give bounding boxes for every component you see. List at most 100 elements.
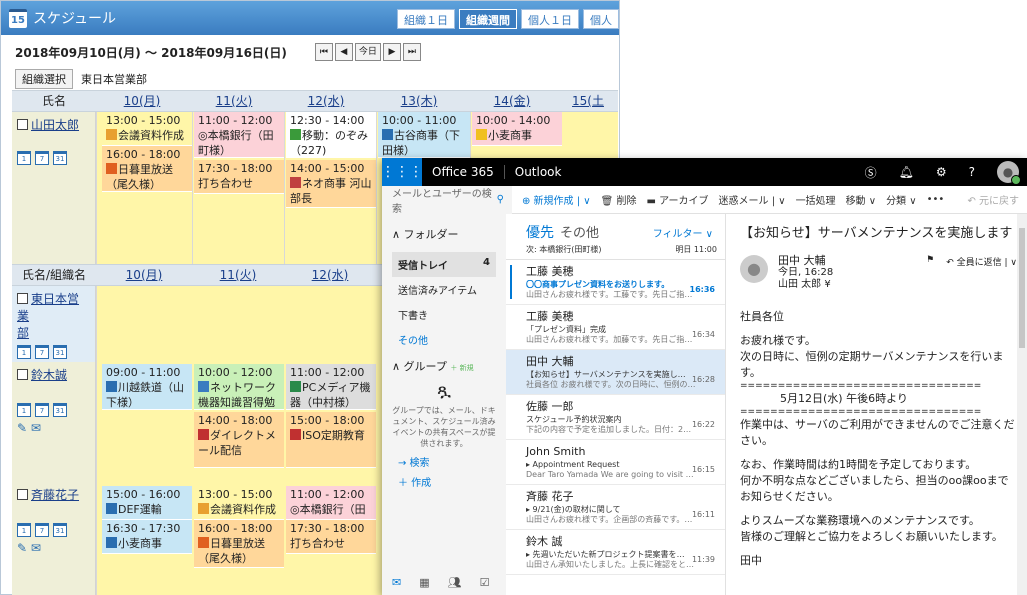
day-view-icon[interactable]: 1 — [17, 523, 31, 537]
org-select-button[interactable]: 組織選択 — [15, 69, 73, 89]
tasks-icon[interactable]: ☑ — [480, 576, 490, 589]
first-week-button[interactable]: ⏮ — [314, 43, 333, 61]
event[interactable]: 16:30 - 17:30 小麦商事 — [102, 520, 192, 554]
tab-focused[interactable]: 優先 — [526, 222, 554, 242]
day-view-icon[interactable]: 1 — [17, 403, 31, 417]
delete-button[interactable]: 🗑 削除 — [601, 192, 637, 207]
day-header-wed[interactable]: 12(水) — [280, 91, 372, 111]
skype-icon[interactable]: Ⓢ — [865, 164, 877, 181]
day-view-icon[interactable]: 1 — [17, 345, 31, 359]
event[interactable]: 09:00 - 11:00 川越鉄道（山下様） — [102, 364, 192, 410]
recipient[interactable]: 山田 太郎 ¥ — [778, 279, 833, 291]
calendar-icon[interactable]: ▦ — [419, 576, 429, 589]
mail-icon[interactable]: ✉ — [392, 576, 401, 589]
event[interactable]: 15:00 - 16:00 DEF運輸 — [102, 486, 192, 520]
week-view-icon[interactable]: 7 — [35, 151, 49, 165]
day-header-fri[interactable]: 14(金) — [466, 91, 558, 111]
search-input[interactable]: メールとユーザーの検索 ⚲ — [382, 185, 512, 215]
event[interactable]: 10:00 - 12:00ネットワーク機器知識習得勉強会 — [194, 364, 284, 410]
checkbox[interactable] — [17, 489, 28, 500]
event[interactable]: 13:00 - 15:00 会議資料作成 — [194, 486, 284, 520]
day-header-thu[interactable]: 13(木) — [372, 91, 466, 111]
checkbox[interactable] — [17, 293, 28, 304]
edit-mail-icons[interactable]: ✎ ✉ — [17, 421, 90, 435]
event[interactable]: 10:00 - 11:00 古谷商事（下田様） — [378, 112, 470, 158]
event[interactable]: 11:00 - 12:00 PCメディア機器（中村様） — [286, 364, 376, 410]
last-week-button[interactable]: ⏭ — [402, 43, 421, 61]
create-group-link[interactable]: ＋ 作成 — [392, 474, 496, 494]
week-view-icon[interactable]: 7 — [35, 345, 49, 359]
user-name[interactable]: 山田太郎 — [31, 118, 79, 132]
event[interactable]: 10:00 - 14:00 小麦商事 — [472, 112, 562, 146]
undo-button[interactable]: ↶ 元に戻す — [967, 192, 1027, 207]
bell-icon[interactable]: 🔔︎ — [899, 165, 914, 179]
day-header-tue[interactable]: 11(火) — [192, 265, 284, 285]
day-view-icon[interactable]: 1 — [17, 151, 31, 165]
month-view-icon[interactable]: 31 — [53, 345, 67, 359]
categorize-button[interactable]: 分類 ∨ — [886, 192, 917, 207]
folder-sent[interactable]: 送信済みアイテム — [392, 277, 496, 302]
next-event[interactable]: 次: 本橋銀行(田町様) 明日 11:00 — [506, 242, 725, 260]
month-view-icon[interactable]: 31 — [53, 151, 67, 165]
help-icon[interactable]: ? — [969, 165, 975, 179]
move-button[interactable]: 移動 ∨ — [846, 192, 877, 207]
folders-toggle[interactable]: ∧ フォルダー — [392, 226, 496, 242]
day-header-tue[interactable]: 11(火) — [188, 91, 280, 111]
tab-other[interactable]: その他 — [560, 222, 599, 241]
prev-week-button[interactable]: ◀ — [334, 43, 353, 61]
event[interactable]: 13:00 - 15:00 会議資料作成 — [102, 112, 192, 146]
month-view-icon[interactable]: 31 — [53, 403, 67, 417]
next-week-button[interactable]: ▶ — [382, 43, 401, 61]
event[interactable]: 11:00 - 12:00◎本橋銀行（田町 — [286, 486, 376, 520]
gear-icon[interactable]: ⚙ — [936, 165, 947, 179]
office-brand[interactable]: Office 365 — [432, 165, 494, 179]
list-item[interactable]: 佐藤 一郎スケジュール予約状況案内下記の内容で予定を追加しました。日付：2018… — [506, 395, 725, 440]
browse-groups-link[interactable]: → 検索 — [392, 449, 496, 474]
archive-button[interactable]: ▬ アーカイブ — [646, 192, 708, 207]
app-name[interactable]: Outlook — [503, 165, 561, 179]
list-item[interactable]: 斉藤 花子 ▸ 9/21(金)の取材に関して 山田さんお疲れ様です。企画部の斉藤です… — [506, 485, 725, 530]
week-view-icon[interactable]: 7 — [35, 523, 49, 537]
list-item[interactable]: 田中 大輔 【お知らせ】サーバメンテナンスを実施します 社員各位 お疲れ様です。次の… — [506, 350, 725, 395]
people-icon[interactable]: 👥︎ — [448, 576, 462, 589]
tab-org-week[interactable]: 組織週間 — [459, 9, 517, 29]
event[interactable]: 16:00 - 18:00 日暮里放送（尾久様） — [194, 520, 284, 568]
event[interactable]: 14:00 - 15:00 ネオ商事 河山部長 — [286, 160, 376, 208]
event[interactable]: 17:30 - 18:00 打ち合わせ — [286, 520, 376, 554]
list-item[interactable]: 工藤 美穂 〇〇商事プレゼン資料をお送りします。 山田さんお疲れ様です。工藤です。先… — [506, 260, 725, 305]
month-view-icon[interactable]: 31 — [53, 523, 67, 537]
week-view-icon[interactable]: 7 — [35, 403, 49, 417]
new-button[interactable]: ⊕ 新規作成 | ∨ — [522, 192, 591, 207]
flag-icon[interactable]: ⚑ — [926, 255, 934, 268]
event[interactable]: 14:00 - 18:00 ダイレクトメール配信 — [194, 412, 284, 468]
reply-all-button[interactable]: ↶ 全員に返信 | ∨ — [946, 255, 1017, 268]
day-header-mon[interactable]: 10(月) — [96, 91, 188, 111]
day-header-wed[interactable]: 12(水) — [284, 265, 376, 285]
checkbox[interactable] — [17, 369, 28, 380]
tab-personal[interactable]: 個人 — [583, 9, 619, 29]
day-header-mon[interactable]: 10(月) — [96, 265, 192, 285]
tab-org-day[interactable]: 組織１日 — [397, 9, 455, 29]
scrollbar[interactable] — [1017, 214, 1027, 595]
today-button[interactable]: 今日 — [354, 43, 381, 61]
more-button[interactable]: ••• — [927, 194, 945, 205]
junk-button[interactable]: 迷惑メール | ∨ — [719, 192, 786, 207]
edit-mail-icons[interactable]: ✎ ✉ — [17, 541, 90, 555]
folder-more[interactable]: その他 — [392, 327, 496, 352]
sweep-button[interactable]: 一括処理 — [796, 192, 836, 207]
checkbox[interactable] — [17, 119, 28, 130]
list-item[interactable]: 工藤 美穂「プレゼン資料」完成山田さんお疲れ様です。加藤です。先日ご指示いただき… — [506, 305, 725, 350]
app-launcher[interactable]: ⋮⋮⋮ — [381, 158, 423, 186]
event[interactable]: 12:30 - 14:00 移動：のぞみ（227) — [286, 112, 376, 158]
tab-personal-day[interactable]: 個人１日 — [521, 9, 579, 29]
folder-inbox[interactable]: 受信トレイ 4 — [392, 252, 496, 277]
groups-header[interactable]: ∧ グループ ＋ 新規 — [392, 358, 496, 374]
filter-button[interactable]: フィルター ∨ — [653, 225, 713, 240]
list-item[interactable]: 鈴木 誠▸ 先週いただいた新プロジェクト提案書を確認しました山田さん承知いたしま… — [506, 530, 725, 575]
event[interactable]: 17:30 - 18:00 打ち合わせ — [194, 160, 284, 194]
day-header-sat[interactable]: 15(土 — [558, 91, 618, 111]
event[interactable]: 15:00 - 18:00 ISO定期教育 — [286, 412, 376, 468]
list-item[interactable]: John Smith ▸ Appointment Request Dear Taro… — [506, 440, 725, 485]
event[interactable]: 16:00 - 18:00 日暮里放送（尾久様） — [102, 146, 192, 192]
folder-drafts[interactable]: 下書き — [392, 302, 496, 327]
